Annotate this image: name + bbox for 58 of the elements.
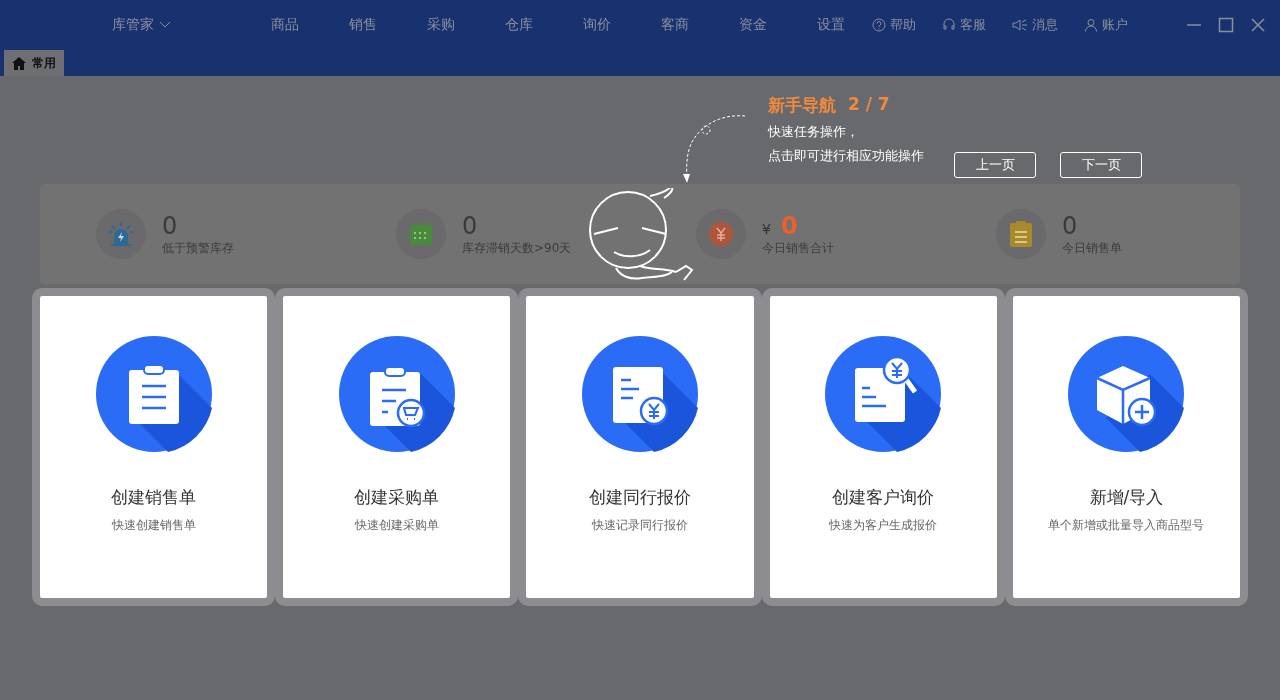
action-card[interactable]: 创建销售单 快速创建销售单 [32,288,276,606]
nav-item[interactable]: 资金 [714,16,792,34]
nav-item[interactable]: 商品 [246,16,324,34]
toolbar-link[interactable]: 客服 [942,16,986,34]
maximize-icon[interactable] [1218,17,1234,33]
cube-plus-icon [1068,336,1185,452]
nav-item[interactable]: 仓库 [480,16,558,34]
yen-coin-icon [708,221,734,247]
close-icon[interactable] [1250,17,1266,33]
card-title: 创建采购单 [354,486,440,509]
action-card[interactable]: 创建采购单 快速创建采购单 [275,288,519,606]
headset-icon [942,18,956,32]
currency-sign: ¥ [762,220,771,237]
action-card[interactable]: 新增/导入 单个新增或批量导入商品型号 [1004,288,1248,606]
toolbar-link[interactable]: 帮助 [872,16,916,34]
app-title: 库管家 [112,16,154,34]
card-subtitle: 快速创建销售单 [111,517,196,534]
toolbar-link[interactable]: 消息 [1012,16,1058,34]
stat-value: 0 [162,211,178,240]
action-card[interactable]: 创建同行报价 快速记录同行报价 [518,288,762,606]
guide-step: 2 / 7 [848,94,890,117]
guide-text: 点击即可进行相应功能操作 [768,147,924,165]
card-subtitle: 快速为客户生成报价 [829,517,938,534]
home-icon [12,56,26,70]
stat-value: 0 [780,211,798,240]
card-title: 创建客户询价 [832,486,935,509]
clipboard-icon [95,336,212,452]
speaker-icon [1012,18,1028,32]
card-subtitle: 快速记录同行报价 [592,517,688,534]
document-yen-icon [582,336,698,452]
user-icon [1084,18,1098,32]
card-title: 创建同行报价 [589,486,691,509]
card-subtitle: 单个新增或批量导入商品型号 [1048,517,1205,534]
card-title: 创建销售单 [111,486,197,509]
nav-item[interactable]: 销售 [324,16,402,34]
stat-value: 0 [462,211,478,240]
guide-button[interactable]: 上一页 [954,152,1036,178]
chevron-down-icon[interactable] [160,22,170,28]
clipboard-cart-icon [338,336,455,452]
card-subtitle: 快速创建采购单 [354,517,439,534]
toolbar-link[interactable]: 账户 [1084,16,1128,34]
document-magnifier-icon [825,336,942,452]
tab[interactable]: 常用 [4,50,64,76]
guide-text: 快速任务操作， [768,123,860,141]
nav-item[interactable]: 采购 [402,16,480,34]
guide-button[interactable]: 下一页 [1060,152,1142,178]
calendar-icon [408,221,434,247]
action-card[interactable]: 创建客户询价 快速为客户生成报价 [761,288,1005,606]
dashed-arrow [682,112,746,184]
guide-title: 新手导航 [768,94,836,117]
help-icon [872,18,886,32]
siren-icon [107,220,135,248]
clipboard-icon [1009,220,1033,248]
nav-item[interactable]: 设置 [792,16,870,34]
stat-value: 0 [1062,211,1078,240]
nav-item[interactable]: 客商 [636,16,714,34]
card-title: 新增/导入 [1089,486,1164,509]
nav-item[interactable]: 询价 [558,16,636,34]
